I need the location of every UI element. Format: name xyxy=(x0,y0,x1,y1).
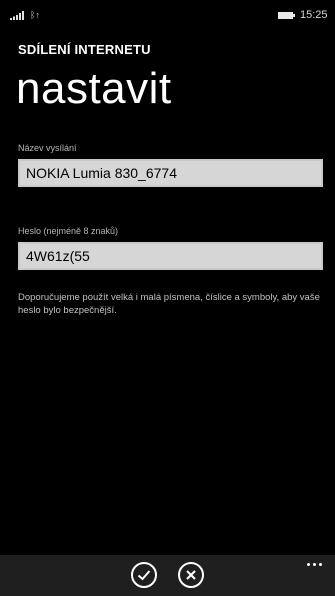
checkmark-icon xyxy=(137,570,151,581)
broadcast-name-input[interactable] xyxy=(18,159,323,187)
cancel-button[interactable] xyxy=(178,562,204,588)
broadcast-name-label: Název vysílání xyxy=(18,143,77,153)
page-title: nastavit xyxy=(16,64,172,113)
more-ellipsis-icon xyxy=(307,563,310,566)
status-bar: ᛒ↑ 15:25 xyxy=(0,0,335,24)
more-ellipsis-dot xyxy=(313,563,316,566)
connection-status-icon: ᛒ↑ xyxy=(30,10,40,20)
status-clock: 15:25 xyxy=(300,9,328,21)
password-input[interactable] xyxy=(18,242,323,270)
more-ellipsis-dot xyxy=(319,563,322,566)
app-bar xyxy=(0,555,335,596)
signal-strength-icon xyxy=(10,11,24,20)
password-label: Heslo (nejméně 8 znaků) xyxy=(18,226,119,236)
password-hint: Doporučujeme použít velká i malá písmena… xyxy=(18,292,320,316)
more-options-button[interactable] xyxy=(302,559,328,571)
confirm-button[interactable] xyxy=(131,562,157,588)
battery-icon xyxy=(278,12,295,19)
close-icon xyxy=(186,570,196,580)
app-title: SDÍLENÍ INTERNETU xyxy=(18,42,151,57)
